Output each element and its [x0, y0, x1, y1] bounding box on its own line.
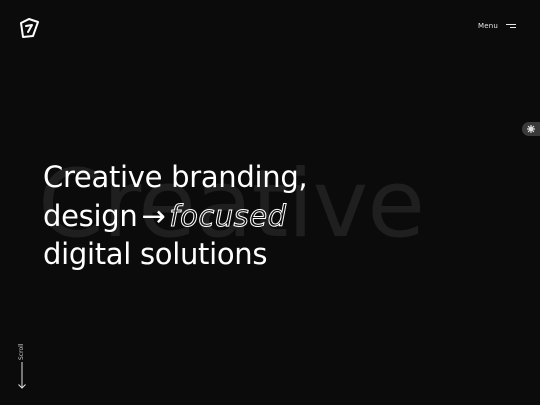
- headline-line-3: digital solutions: [43, 237, 268, 271]
- headline-word-focused: focused: [169, 198, 287, 233]
- hero-headline: Creative branding, design → focused digita…: [43, 158, 308, 274]
- headline-word-design: design: [43, 198, 138, 233]
- brand-logo-icon[interactable]: [18, 17, 40, 39]
- gear-icon: [527, 125, 535, 133]
- arrow-right-icon: →: [141, 198, 166, 233]
- logo-mark-icon: [20, 18, 39, 38]
- hamburger-icon: [506, 23, 516, 29]
- page: Menu Creative Creative branding, design →…: [0, 0, 540, 405]
- arrow-down-icon: [18, 362, 26, 389]
- headline-line-2: design → focused: [43, 197, 307, 236]
- menu-button[interactable]: Menu: [478, 22, 516, 30]
- scroll-indicator[interactable]: Scroll: [14, 340, 30, 390]
- menu-label: Menu: [477, 22, 498, 30]
- headline-line-1: Creative branding,: [43, 160, 308, 194]
- settings-toggle[interactable]: [522, 122, 540, 136]
- scroll-label: Scroll: [18, 343, 25, 360]
